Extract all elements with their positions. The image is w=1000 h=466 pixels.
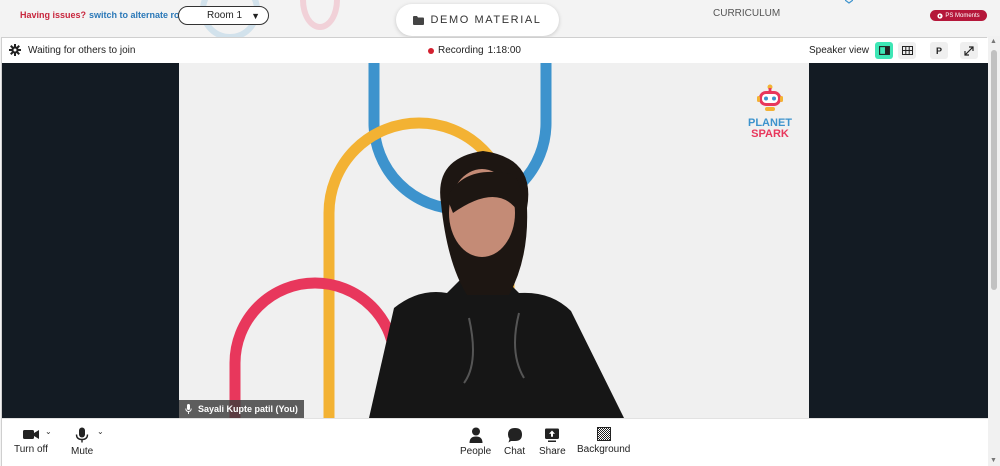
gear-icon[interactable] — [9, 44, 21, 56]
demo-material-label: DEMO MATERIAL — [430, 14, 542, 26]
robot-mascot-icon — [757, 84, 783, 111]
expand-icon — [964, 45, 974, 56]
camera-options-chevron-icon[interactable]: ⌄ — [45, 427, 52, 436]
background-label: Background — [577, 444, 631, 455]
share-screen-icon — [545, 428, 560, 442]
speaker-view-label: Speaker view — [809, 45, 870, 56]
microphone-icon — [185, 404, 192, 414]
chat-label: Chat — [504, 446, 526, 457]
ps-moments-button[interactable]: PS Moments — [930, 10, 987, 21]
participant-name-tag: Sayali Kupte patil (You) — [179, 400, 304, 418]
ps-moments-label: PS Moments — [945, 12, 980, 19]
issue-notice: Having issues? switch to alternate room — [20, 10, 193, 20]
background-pattern-icon — [596, 427, 611, 441]
curriculum-tab[interactable]: CURRICULUM — [713, 8, 780, 19]
camera-toggle-button[interactable]: Turn off — [14, 427, 48, 455]
recording-label: Recording — [438, 45, 484, 56]
waiting-status: Waiting for others to join — [28, 45, 136, 56]
chat-button[interactable]: Chat — [504, 427, 525, 457]
call-header: Waiting for others to join Recording 1:1… — [2, 38, 988, 63]
background-decoration — [300, 0, 340, 30]
grid-view-button[interactable] — [898, 42, 916, 59]
issue-text: Having issues? — [20, 10, 87, 20]
room-select[interactable]: Room 1 ▼ — [178, 6, 269, 25]
people-button[interactable]: People — [460, 427, 491, 457]
scrollbar-thumb[interactable] — [991, 50, 997, 290]
chat-bubble-icon — [507, 428, 522, 443]
folder-icon — [413, 15, 425, 25]
call-controls: Turn off ⌄ Mute ⌄ People Chat Share Back… — [2, 418, 988, 466]
participant-name: Sayali Kupte patil (You) — [198, 404, 298, 414]
people-label: People — [460, 446, 492, 457]
recording-dot-icon — [428, 47, 434, 54]
microphone-icon — [75, 427, 89, 443]
scroll-up-icon[interactable]: ▲ — [990, 38, 997, 45]
background-button[interactable]: Background — [577, 427, 630, 455]
chevron-down-icon — [845, 0, 853, 4]
recording-indicator: Recording 1:18:00 — [428, 45, 521, 56]
video-frame — [229, 63, 624, 418]
top-bar: Having issues? switch to alternate room R… — [0, 0, 1000, 40]
recording-time: 1:18:00 — [487, 45, 521, 56]
share-button[interactable]: Share — [539, 427, 566, 457]
speaker-layout-icon — [878, 46, 890, 55]
camera-icon — [22, 430, 39, 439]
scroll-down-icon[interactable]: ▼ — [990, 457, 997, 464]
app-root: Having issues? switch to alternate room R… — [0, 0, 1000, 466]
demo-material-button[interactable]: DEMO MATERIAL — [396, 4, 559, 36]
planet-spark-logo: PLANET SPARK — [747, 83, 793, 140]
call-window: Waiting for others to join Recording 1:1… — [1, 37, 988, 466]
brand-name-line2: SPARK — [751, 128, 789, 140]
room-select-value: Room 1 — [207, 10, 243, 21]
page-scrollbar[interactable]: ▲ ▼ — [988, 36, 1000, 466]
grid-layout-icon — [901, 46, 913, 55]
person-icon — [469, 427, 483, 443]
share-label: Share — [539, 446, 566, 457]
participant-video: PLANET SPARK Sayali Kupte patil (You) — [179, 63, 809, 418]
fullscreen-button[interactable] — [960, 42, 978, 59]
speaker-view-button[interactable] — [875, 42, 893, 59]
mute-label: Mute — [71, 446, 94, 457]
caret-down-icon: ▼ — [251, 10, 260, 21]
ps-moments-icon — [937, 12, 943, 19]
mute-button[interactable]: Mute — [71, 427, 93, 457]
mic-options-chevron-icon[interactable]: ⌄ — [97, 427, 104, 436]
p-button[interactable]: P — [930, 42, 948, 59]
turn-off-label: Turn off — [14, 444, 48, 455]
video-stage: PLANET SPARK Sayali Kupte patil (You) — [2, 63, 988, 418]
